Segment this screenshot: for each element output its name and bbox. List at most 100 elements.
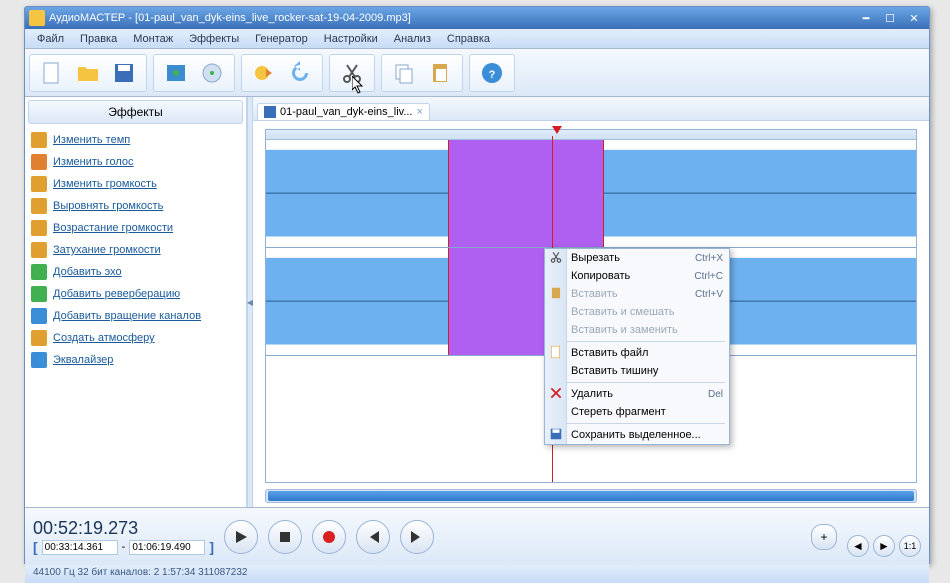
sidebar-item-label: Добавить эхо — [53, 266, 122, 278]
sidebar-item-label: Затухание громкости — [53, 244, 161, 256]
stop-button[interactable] — [268, 520, 302, 554]
ctx-label: Вставить тишину — [571, 365, 658, 377]
sidebar-item-0[interactable]: Изменить темп — [27, 129, 244, 151]
sidebar-item-3[interactable]: Выровнять громкость — [27, 195, 244, 217]
sidebar-item-10[interactable]: Эквалайзер — [27, 349, 244, 371]
reverb-icon — [31, 286, 47, 302]
ctx-item-12[interactable]: Сохранить выделенное... — [545, 426, 729, 444]
playhead-marker[interactable] — [552, 126, 562, 134]
skip-start-button[interactable] — [356, 520, 390, 554]
delete-icon — [549, 386, 565, 402]
selection-start-input[interactable] — [42, 540, 118, 555]
ctx-shortcut: Del — [708, 389, 723, 400]
file-icon — [549, 345, 565, 361]
ctx-item-0[interactable]: ВырезатьCtrl+X — [545, 249, 729, 267]
zoom-fit-button[interactable]: 1:1 — [899, 535, 921, 557]
ctx-shortcut: Ctrl+C — [694, 271, 723, 282]
sidebar-item-5[interactable]: Затухание громкости — [27, 239, 244, 261]
selection-region[interactable] — [448, 140, 604, 247]
sidebar-item-1[interactable]: Изменить голос — [27, 151, 244, 173]
sidebar-item-6[interactable]: Добавить эхо — [27, 261, 244, 283]
speaker-icon — [31, 176, 47, 192]
undo-button[interactable] — [284, 57, 316, 89]
speaker-icon — [31, 242, 47, 258]
new-button[interactable] — [36, 57, 68, 89]
rotate-icon — [31, 308, 47, 324]
video-button[interactable] — [160, 57, 192, 89]
save-button[interactable] — [108, 57, 140, 89]
speaker-icon — [31, 220, 47, 236]
waveform-channel-left[interactable] — [266, 140, 916, 248]
menu-generator[interactable]: Генератор — [247, 31, 316, 47]
cut-button[interactable] — [336, 57, 368, 89]
svg-text:?: ? — [489, 69, 496, 81]
ctx-label: Копировать — [571, 270, 630, 282]
sidebar-item-label: Эквалайзер — [53, 354, 113, 366]
horizontal-scrollbar[interactable] — [265, 489, 917, 503]
record-button[interactable] — [248, 57, 280, 89]
play-button[interactable] — [224, 520, 258, 554]
menu-file[interactable]: Файл — [29, 31, 72, 47]
sidebar-item-4[interactable]: Возрастание громкости — [27, 217, 244, 239]
context-menu: ВырезатьCtrl+X Копировать Ctrl+C ВставитьCt… — [544, 248, 730, 445]
timeline-ruler[interactable] — [266, 130, 916, 140]
maximize-button[interactable]: ☐ — [879, 10, 901, 26]
tabbar: 01-paul_van_dyk-eins_liv... × — [253, 97, 929, 121]
open-button[interactable] — [72, 57, 104, 89]
file-icon — [264, 106, 276, 118]
menu-help[interactable]: Справка — [439, 31, 498, 47]
ctx-label: Стереть фрагмент — [571, 406, 666, 418]
sidebar-item-7[interactable]: Добавить реверберацию — [27, 283, 244, 305]
sidebar-item-8[interactable]: Добавить вращение каналов — [27, 305, 244, 327]
copy-button[interactable] — [388, 57, 420, 89]
atmosphere-icon — [31, 330, 47, 346]
nav-left-button[interactable]: ◄ — [847, 535, 869, 557]
menu-montage[interactable]: Монтаж — [125, 31, 181, 47]
minimize-button[interactable]: ━ — [855, 10, 877, 26]
menu-edit[interactable]: Правка — [72, 31, 125, 47]
ctx-item-3: Вставить и смешать — [545, 303, 729, 321]
menu-settings[interactable]: Настройки — [316, 31, 386, 47]
blank-icon — [549, 322, 565, 338]
tab-close-icon[interactable]: × — [416, 106, 422, 118]
sidebar-item-label: Добавить вращение каналов — [53, 310, 201, 322]
person-icon — [31, 154, 47, 170]
sidebar-item-2[interactable]: Изменить громкость — [27, 173, 244, 195]
help-button[interactable]: ? — [476, 57, 508, 89]
speaker-icon — [31, 198, 47, 214]
file-tab[interactable]: 01-paul_van_dyk-eins_liv... × — [257, 103, 430, 120]
ctx-item-10[interactable]: Стереть фрагмент — [545, 403, 729, 421]
skip-end-button[interactable] — [400, 520, 434, 554]
sidebar-item-9[interactable]: Создать атмосферу — [27, 327, 244, 349]
sidebar-item-label: Выровнять громкость — [53, 200, 163, 212]
ctx-item-7[interactable]: Вставить тишину — [545, 362, 729, 380]
sidebar-item-label: Возрастание громкости — [53, 222, 173, 234]
menu-analysis[interactable]: Анализ — [386, 31, 439, 47]
ctx-label: Удалить — [571, 388, 613, 400]
cd-button[interactable] — [196, 57, 228, 89]
ctx-item-9[interactable]: Удалить Del — [545, 385, 729, 403]
menu-effects[interactable]: Эффекты — [181, 31, 247, 47]
ctx-item-2: ВставитьCtrl+V — [545, 285, 729, 303]
paste-icon — [549, 286, 565, 302]
app-window: АудиоМАСТЕР - [01-paul_van_dyk-eins_live… — [24, 6, 930, 564]
blank-icon — [549, 404, 565, 420]
blank-icon — [549, 268, 565, 284]
paste-button[interactable] — [424, 57, 456, 89]
ctx-label: Вставить и заменить — [571, 324, 678, 336]
selection-end-input[interactable] — [129, 540, 205, 555]
scrollbar-thumb[interactable] — [268, 491, 914, 501]
blank-icon — [549, 304, 565, 320]
ctx-label: Вырезать — [571, 252, 620, 264]
nav-right-button[interactable]: ► — [873, 535, 895, 557]
ctx-item-6[interactable]: Вставить файл — [545, 344, 729, 362]
record-transport-button[interactable] — [312, 520, 346, 554]
sidebar-item-label: Изменить темп — [53, 134, 130, 146]
close-button[interactable]: ✕ — [903, 10, 925, 26]
ctx-item-1[interactable]: Копировать Ctrl+C — [545, 267, 729, 285]
zoom-in-button[interactable]: + — [811, 524, 837, 550]
sidebar-item-label: Изменить голос — [53, 156, 133, 168]
sidebar: Эффекты Изменить темпИзменить голосИзмен… — [25, 97, 247, 507]
save-icon — [549, 427, 565, 443]
toolbar: ? — [25, 49, 929, 97]
